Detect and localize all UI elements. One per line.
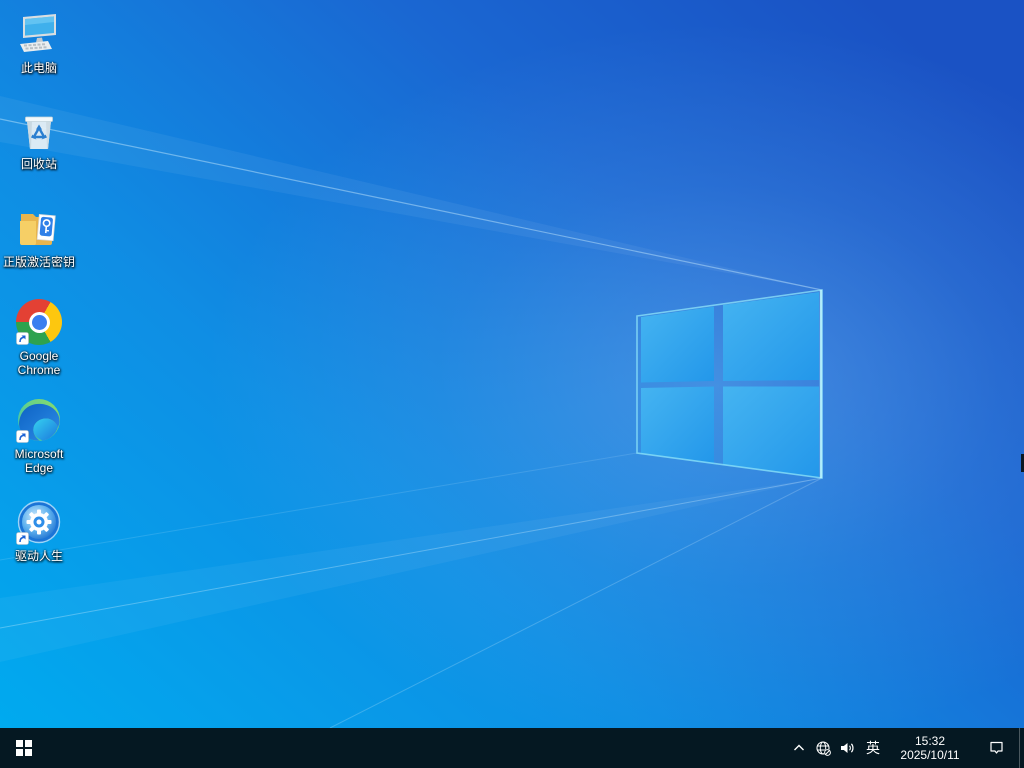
volume-button[interactable] [835,728,859,768]
recycle-bin-icon [15,106,63,154]
show-hidden-icons-button[interactable] [787,728,811,768]
system-tray: 英 15:32 2025/10/11 [787,728,1024,768]
desktop-icon-google-chrome[interactable]: Google Chrome [1,298,77,377]
chrome-icon [15,298,63,346]
desktop-icon-driver-life[interactable]: 驱动人生 [1,498,77,563]
gear-circle-icon [15,498,63,546]
chevron-up-icon [794,744,804,751]
notification-icon [989,741,1003,754]
icon-label: 回收站 [20,157,57,171]
icon-label: Google Chrome [17,349,61,377]
icon-label: 此电脑 [20,61,57,75]
speaker-icon [840,743,854,753]
taskbar: 英 15:32 2025/10/11 [0,728,1024,768]
key-folder-icon [15,204,63,252]
shortcut-arrow-icon [16,532,29,545]
globe-no-internet-icon [815,740,831,756]
icon-label: Microsoft Edge [14,447,64,475]
network-status-button[interactable] [811,728,835,768]
windows-start-icon [16,740,32,756]
icon-label: 驱动人生 [14,549,63,563]
clock-date: 2025/10/11 [900,748,960,762]
show-desktop-button[interactable] [1019,728,1024,768]
edge-icon [15,396,63,444]
ime-language-label: 英 [866,740,880,756]
clock-time: 15:32 [914,734,946,748]
wallpaper-windows-logo [0,0,1024,728]
ime-indicator[interactable]: 英 [859,728,887,768]
desktop: 此电脑 回收站 正版激活密钥 Google Chrome Microsoft E… [0,0,1024,728]
this-pc-icon [15,10,63,58]
desktop-icon-microsoft-edge[interactable]: Microsoft Edge [1,396,77,475]
desktop-icon-activation-key[interactable]: 正版激活密钥 [1,204,77,269]
desktop-icon-recycle-bin[interactable]: 回收站 [1,106,77,171]
clock[interactable]: 15:32 2025/10/11 [887,728,973,768]
shortcut-arrow-icon [16,332,29,345]
icon-label: 正版激活密钥 [2,255,75,269]
start-button[interactable] [0,728,48,768]
desktop-icon-this-pc[interactable]: 此电脑 [1,10,77,75]
action-center-button[interactable] [973,728,1019,768]
shortcut-arrow-icon [16,430,29,443]
